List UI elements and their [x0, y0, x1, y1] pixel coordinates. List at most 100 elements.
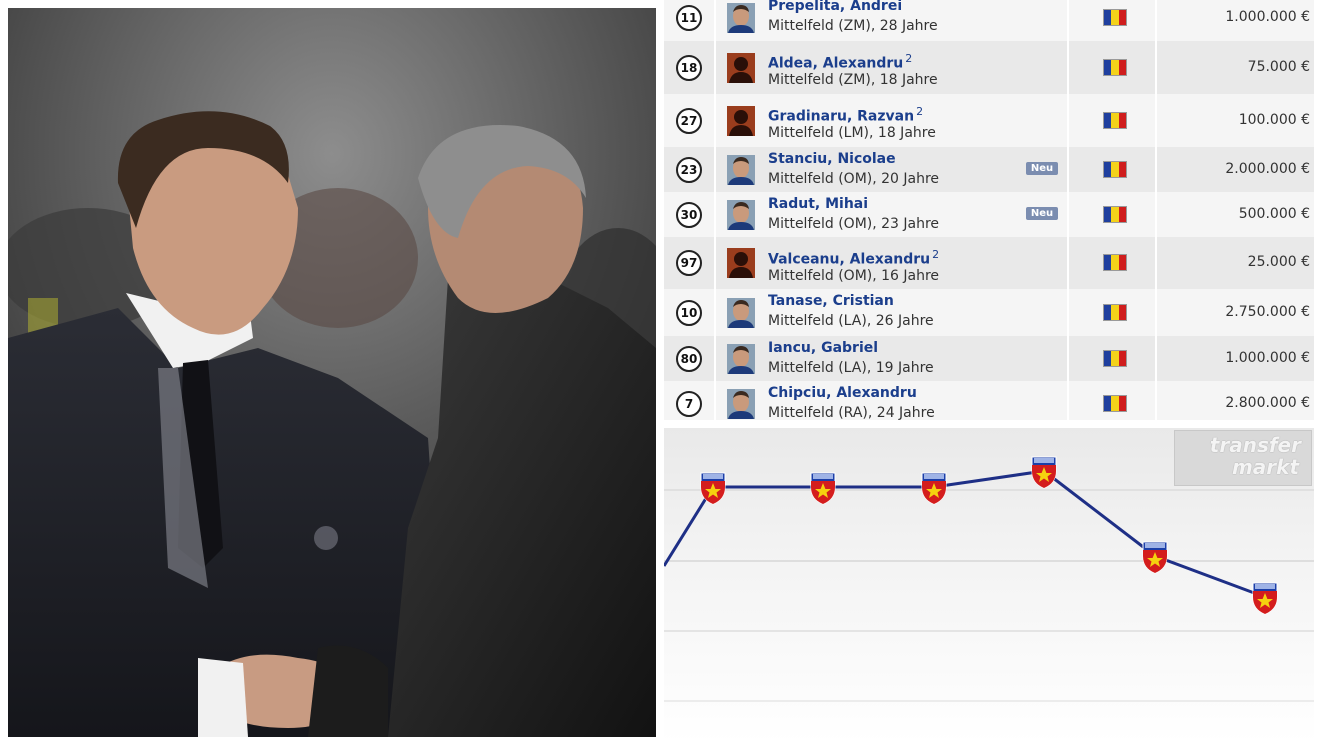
player-position-age: Mittelfeld (ZM), 18 Jahre: [768, 72, 938, 88]
market-value: 75.000 €: [1247, 58, 1310, 75]
shirt-number-cell: 11: [664, 0, 716, 41]
player-position-age: Mittelfeld (ZM), 28 Jahre: [768, 18, 938, 34]
market-value-chart: transfer markt: [664, 428, 1314, 743]
nationality-cell: [1067, 381, 1157, 420]
steaua-crest-icon[interactable]: [1252, 582, 1278, 615]
player-position-age: Mittelfeld (RA), 24 Jahre: [768, 405, 935, 420]
player-name[interactable]: Prepelita, Andrei: [768, 0, 902, 14]
player-photo[interactable]: [727, 343, 755, 374]
steaua-crest-icon[interactable]: [1031, 456, 1057, 489]
romania-flag-icon: [1104, 350, 1126, 366]
player-silhouette-icon[interactable]: [727, 52, 755, 83]
player-name-link[interactable]: Gradinaru, Razvan 2: [768, 105, 923, 125]
nationality-cell: [1067, 0, 1157, 41]
player-name-link[interactable]: Aldea, Alexandru 2: [768, 52, 912, 72]
table-row: 18 Aldea, Alexandru 2 Mittelfeld (ZM), 18 J…: [664, 41, 1314, 95]
romania-flag-icon: [1104, 206, 1126, 222]
market-value: 1.000.000 €: [1225, 8, 1310, 25]
player-name-link[interactable]: Iancu, Gabriel: [768, 340, 878, 356]
player-name[interactable]: Aldea, Alexandru: [768, 56, 903, 72]
player-position-age: Mittelfeld (OM), 20 Jahre: [768, 171, 940, 187]
shirt-number-cell: 97: [664, 237, 716, 289]
nationality-cell: [1067, 237, 1157, 289]
player-name[interactable]: Iancu, Gabriel: [768, 340, 878, 356]
player-photo[interactable]: [727, 297, 755, 328]
romania-flag-icon: [1104, 161, 1126, 177]
shirt-number-cell: 30: [664, 192, 716, 237]
shirt-number: 97: [676, 250, 702, 276]
player-photo[interactable]: [727, 388, 755, 419]
steaua-crest-icon[interactable]: [921, 472, 947, 505]
player-name[interactable]: Chipciu, Alexandru: [768, 385, 917, 401]
player-position-age: Mittelfeld (OM), 23 Jahre: [768, 216, 940, 232]
market-value: 25.000 €: [1247, 254, 1310, 270]
player-silhouette-icon[interactable]: [727, 248, 755, 278]
nationality-cell: [1067, 94, 1157, 147]
market-value: 2.000.000 €: [1225, 160, 1310, 177]
logo-text-markt: markt: [1231, 455, 1299, 479]
romania-flag-icon: [1104, 255, 1126, 270]
player-name[interactable]: Tanase, Cristian: [768, 293, 894, 309]
table-row: 27 Gradinaru, Razvan 2 Mittelfeld (LM), 18 …: [664, 94, 1314, 148]
player-position-age: Mittelfeld (LA), 19 Jahre: [768, 360, 934, 376]
new-badge: Neu: [1026, 206, 1058, 220]
shirt-number: 27: [676, 107, 702, 134]
shirt-number-cell: 80: [664, 336, 716, 381]
shirt-number: 23: [676, 156, 702, 183]
player-photo[interactable]: [727, 199, 755, 230]
player-name[interactable]: Gradinaru, Razvan: [768, 109, 914, 125]
player-name-link[interactable]: Stanciu, Nicolae: [768, 151, 896, 167]
player-name-link[interactable]: Radut, Mihai: [768, 196, 868, 212]
market-value: 2.800.000 €: [1225, 394, 1310, 411]
romania-flag-icon: [1104, 304, 1126, 320]
table-row: 11 Prepelita, Andrei Mittelfeld (ZM), 28 J…: [664, 0, 1314, 42]
player-position-age: Mittelfeld (LA), 26 Jahre: [768, 313, 934, 329]
steaua-crest-icon[interactable]: [1142, 541, 1168, 574]
shirt-number: 18: [676, 54, 702, 81]
table-row: 30 Radut, Mihai Mittelfeld (OM), 23 Jahre N…: [664, 192, 1314, 238]
player-name[interactable]: Valceanu, Alexandru: [768, 252, 930, 268]
player-name-link[interactable]: Valceanu, Alexandru 2: [768, 248, 939, 268]
romania-flag-icon: [1104, 59, 1126, 75]
romania-flag-icon: [1104, 112, 1126, 128]
market-value: 500.000 €: [1238, 205, 1310, 222]
transfermarkt-logo: transfer markt: [1174, 430, 1312, 486]
shirt-number-cell: 7: [664, 381, 716, 420]
player-name[interactable]: Stanciu, Nicolae: [768, 151, 896, 167]
nationality-cell: [1067, 147, 1157, 192]
player-name-link[interactable]: Prepelita, Andrei: [768, 0, 902, 14]
new-badge: Neu: [1026, 161, 1058, 175]
player-name[interactable]: Radut, Mihai: [768, 196, 868, 212]
player-name-link[interactable]: Tanase, Cristian: [768, 293, 894, 309]
shirt-number-cell: 27: [664, 94, 716, 147]
player-name-link[interactable]: Chipciu, Alexandru: [768, 385, 917, 401]
nationality-cell: [1067, 41, 1157, 94]
nationality-cell: [1067, 289, 1157, 336]
player-photo[interactable]: [727, 154, 755, 185]
steaua-crest-icon[interactable]: [810, 472, 836, 505]
table-row: 10 Tanase, Cristian Mittelfeld (LA), 26 Ja…: [664, 289, 1314, 337]
shirt-number: 10: [676, 299, 702, 326]
player-position-age: Mittelfeld (LM), 18 Jahre: [768, 125, 936, 141]
shirt-number: 30: [676, 201, 702, 228]
market-value: 100.000 €: [1238, 111, 1310, 128]
player-photo[interactable]: [727, 2, 755, 33]
player-footnote-mark: 2: [932, 248, 940, 261]
shirt-number-cell: 23: [664, 147, 716, 192]
romania-flag-icon: [1104, 395, 1126, 411]
market-value: 1.000.000 €: [1225, 349, 1310, 366]
table-row: 23 Stanciu, Nicolae Mittelfeld (OM), 20 Ja…: [664, 147, 1314, 193]
market-value: 2.750.000 €: [1225, 303, 1310, 320]
shirt-number-cell: 10: [664, 289, 716, 336]
player-footnote-mark: 2: [905, 52, 913, 65]
shirt-number: 80: [676, 345, 702, 372]
nationality-cell: [1067, 336, 1157, 381]
table-row: 7 Chipciu, Alexandru Mittelfeld (RA), 24 J…: [664, 381, 1314, 420]
handshake-photo: [8, 8, 656, 737]
table-row: 80 Iancu, Gabriel Mittelfeld (LA), 19 Jahr…: [664, 336, 1314, 382]
player-silhouette-icon[interactable]: [727, 105, 755, 136]
player-footnote-mark: 2: [916, 105, 924, 118]
nationality-cell: [1067, 192, 1157, 237]
romania-flag-icon: [1104, 9, 1126, 25]
shirt-number-cell: 18: [664, 41, 716, 94]
